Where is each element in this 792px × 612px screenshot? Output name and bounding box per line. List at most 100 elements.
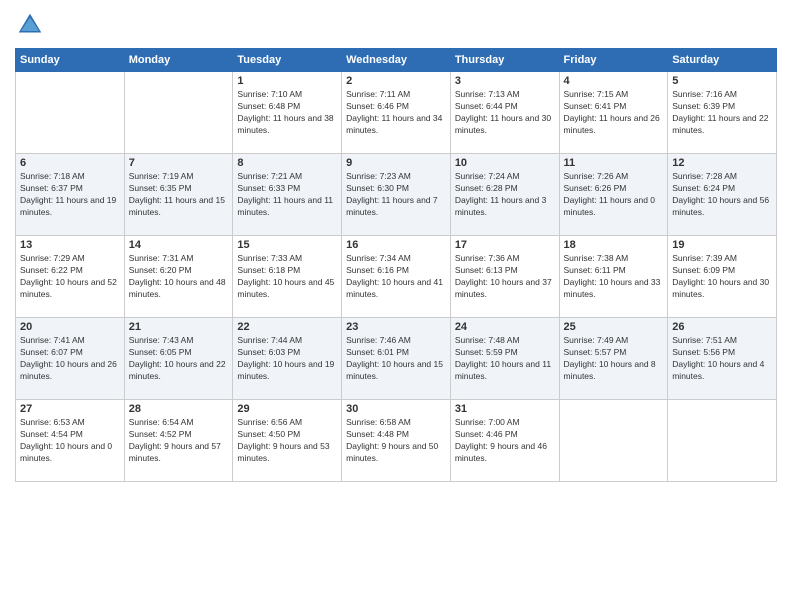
calendar-cell — [124, 72, 233, 154]
day-info: Sunrise: 6:53 AM Sunset: 4:54 PM Dayligh… — [20, 417, 120, 465]
calendar-cell: 3Sunrise: 7:13 AM Sunset: 6:44 PM Daylig… — [450, 72, 559, 154]
day-number: 19 — [672, 239, 772, 251]
page-header — [15, 10, 777, 40]
calendar-week-3: 13 Sunrise: 7:29 AM Sunset: 6:22 PM Dayli… — [16, 236, 777, 318]
logo-icon — [15, 10, 45, 40]
calendar-cell: 11 Sunrise: 7:26 AM Sunset: 6:26 PM Dayli… — [559, 154, 668, 236]
calendar-cell: 7 Sunrise: 7:19 AM Sunset: 6:35 PM Daylig… — [124, 154, 233, 236]
day-info: Sunrise: 7:31 AM Sunset: 6:20 PM Dayligh… — [129, 253, 229, 301]
day-info: Sunrise: 7:24 AM Sunset: 6:28 PM Dayligh… — [455, 171, 555, 219]
day-number: 15 — [237, 239, 337, 251]
calendar-cell: 21 Sunrise: 7:43 AM Sunset: 6:05 PM Dayli… — [124, 318, 233, 400]
calendar-cell: 19 Sunrise: 7:39 AM Sunset: 6:09 PM Dayli… — [668, 236, 777, 318]
day-info: Sunrise: 7:41 AM Sunset: 6:07 PM Dayligh… — [20, 335, 120, 383]
calendar-week-5: 27 Sunrise: 6:53 AM Sunset: 4:54 PM Dayli… — [16, 400, 777, 482]
calendar-cell: 18 Sunrise: 7:38 AM Sunset: 6:11 PM Dayli… — [559, 236, 668, 318]
calendar-cell: 9Sunrise: 7:23 AM Sunset: 6:30 PM Daylig… — [342, 154, 451, 236]
calendar-cell: 4 Sunrise: 7:15 AM Sunset: 6:41 PM Daylig… — [559, 72, 668, 154]
day-number: 7 — [129, 157, 229, 169]
day-info: Sunrise: 7:44 AM Sunset: 6:03 PM Dayligh… — [237, 335, 337, 383]
day-info: Sunrise: 7:51 AM Sunset: 5:56 PM Dayligh… — [672, 335, 772, 383]
day-number: 23 — [346, 321, 446, 333]
day-number: 9 — [346, 157, 446, 169]
calendar-header-saturday: Saturday — [668, 49, 777, 72]
calendar-header-friday: Friday — [559, 49, 668, 72]
calendar-cell — [559, 400, 668, 482]
calendar-week-2: 6Sunrise: 7:18 AM Sunset: 6:37 PM Daylig… — [16, 154, 777, 236]
day-info: Sunrise: 7:39 AM Sunset: 6:09 PM Dayligh… — [672, 253, 772, 301]
calendar-cell: 13 Sunrise: 7:29 AM Sunset: 6:22 PM Dayli… — [16, 236, 125, 318]
calendar-header-tuesday: Tuesday — [233, 49, 342, 72]
day-number: 24 — [455, 321, 555, 333]
day-number: 1 — [237, 75, 337, 87]
calendar-cell: 24Sunrise: 7:48 AM Sunset: 5:59 PM Dayli… — [450, 318, 559, 400]
day-info: Sunrise: 7:28 AM Sunset: 6:24 PM Dayligh… — [672, 171, 772, 219]
day-info: Sunrise: 7:10 AM Sunset: 6:48 PM Dayligh… — [237, 89, 337, 137]
day-number: 31 — [455, 403, 555, 415]
calendar-cell: 12 Sunrise: 7:28 AM Sunset: 6:24 PM Dayli… — [668, 154, 777, 236]
day-info: Sunrise: 7:00 AM Sunset: 4:46 PM Dayligh… — [455, 417, 555, 465]
day-info: Sunrise: 7:36 AM Sunset: 6:13 PM Dayligh… — [455, 253, 555, 301]
day-info: Sunrise: 7:43 AM Sunset: 6:05 PM Dayligh… — [129, 335, 229, 383]
day-number: 16 — [346, 239, 446, 251]
day-number: 25 — [564, 321, 664, 333]
day-info: Sunrise: 7:19 AM Sunset: 6:35 PM Dayligh… — [129, 171, 229, 219]
calendar-cell: 29 Sunrise: 6:56 AM Sunset: 4:50 PM Dayli… — [233, 400, 342, 482]
day-number: 3 — [455, 75, 555, 87]
calendar-cell: 20 Sunrise: 7:41 AM Sunset: 6:07 PM Dayli… — [16, 318, 125, 400]
day-info: Sunrise: 7:16 AM Sunset: 6:39 PM Dayligh… — [672, 89, 772, 137]
calendar-cell: 27 Sunrise: 6:53 AM Sunset: 4:54 PM Dayli… — [16, 400, 125, 482]
day-number: 12 — [672, 157, 772, 169]
day-number: 21 — [129, 321, 229, 333]
calendar-cell: 16 Sunrise: 7:34 AM Sunset: 6:16 PM Dayli… — [342, 236, 451, 318]
day-number: 4 — [564, 75, 664, 87]
day-number: 22 — [237, 321, 337, 333]
day-number: 14 — [129, 239, 229, 251]
calendar-cell: 31 Sunrise: 7:00 AM Sunset: 4:46 PM Dayli… — [450, 400, 559, 482]
day-number: 13 — [20, 239, 120, 251]
day-number: 20 — [20, 321, 120, 333]
calendar-cell: 25 Sunrise: 7:49 AM Sunset: 5:57 PM Dayli… — [559, 318, 668, 400]
logo — [15, 10, 49, 40]
day-number: 28 — [129, 403, 229, 415]
day-info: Sunrise: 7:29 AM Sunset: 6:22 PM Dayligh… — [20, 253, 120, 301]
day-info: Sunrise: 7:38 AM Sunset: 6:11 PM Dayligh… — [564, 253, 664, 301]
day-info: Sunrise: 7:21 AM Sunset: 6:33 PM Dayligh… — [237, 171, 337, 219]
calendar-header-sunday: Sunday — [16, 49, 125, 72]
calendar-cell — [668, 400, 777, 482]
calendar-week-4: 20 Sunrise: 7:41 AM Sunset: 6:07 PM Dayli… — [16, 318, 777, 400]
calendar-week-1: 1 Sunrise: 7:10 AM Sunset: 6:48 PM Daylig… — [16, 72, 777, 154]
day-number: 2 — [346, 75, 446, 87]
day-info: Sunrise: 6:58 AM Sunset: 4:48 PM Dayligh… — [346, 417, 446, 465]
day-info: Sunrise: 7:34 AM Sunset: 6:16 PM Dayligh… — [346, 253, 446, 301]
calendar: SundayMondayTuesdayWednesdayThursdayFrid… — [15, 48, 777, 482]
day-number: 29 — [237, 403, 337, 415]
day-info: Sunrise: 7:26 AM Sunset: 6:26 PM Dayligh… — [564, 171, 664, 219]
day-number: 8 — [237, 157, 337, 169]
day-number: 11 — [564, 157, 664, 169]
day-info: Sunrise: 7:46 AM Sunset: 6:01 PM Dayligh… — [346, 335, 446, 383]
day-number: 27 — [20, 403, 120, 415]
calendar-cell: 23 Sunrise: 7:46 AM Sunset: 6:01 PM Dayli… — [342, 318, 451, 400]
day-number: 30 — [346, 403, 446, 415]
calendar-cell: 22 Sunrise: 7:44 AM Sunset: 6:03 PM Dayli… — [233, 318, 342, 400]
calendar-cell: 14 Sunrise: 7:31 AM Sunset: 6:20 PM Dayli… — [124, 236, 233, 318]
calendar-cell: 26 Sunrise: 7:51 AM Sunset: 5:56 PM Dayli… — [668, 318, 777, 400]
day-info: Sunrise: 7:18 AM Sunset: 6:37 PM Dayligh… — [20, 171, 120, 219]
calendar-cell: 30 Sunrise: 6:58 AM Sunset: 4:48 PM Dayli… — [342, 400, 451, 482]
calendar-cell: 15 Sunrise: 7:33 AM Sunset: 6:18 PM Dayli… — [233, 236, 342, 318]
calendar-header-monday: Monday — [124, 49, 233, 72]
calendar-cell: 6Sunrise: 7:18 AM Sunset: 6:37 PM Daylig… — [16, 154, 125, 236]
calendar-cell: 17Sunrise: 7:36 AM Sunset: 6:13 PM Dayli… — [450, 236, 559, 318]
day-number: 10 — [455, 157, 555, 169]
day-number: 26 — [672, 321, 772, 333]
calendar-header-thursday: Thursday — [450, 49, 559, 72]
day-info: Sunrise: 6:56 AM Sunset: 4:50 PM Dayligh… — [237, 417, 337, 465]
day-number: 5 — [672, 75, 772, 87]
day-info: Sunrise: 6:54 AM Sunset: 4:52 PM Dayligh… — [129, 417, 229, 465]
day-number: 18 — [564, 239, 664, 251]
day-info: Sunrise: 7:49 AM Sunset: 5:57 PM Dayligh… — [564, 335, 664, 383]
day-info: Sunrise: 7:33 AM Sunset: 6:18 PM Dayligh… — [237, 253, 337, 301]
day-info: Sunrise: 7:15 AM Sunset: 6:41 PM Dayligh… — [564, 89, 664, 137]
day-info: Sunrise: 7:11 AM Sunset: 6:46 PM Dayligh… — [346, 89, 446, 137]
